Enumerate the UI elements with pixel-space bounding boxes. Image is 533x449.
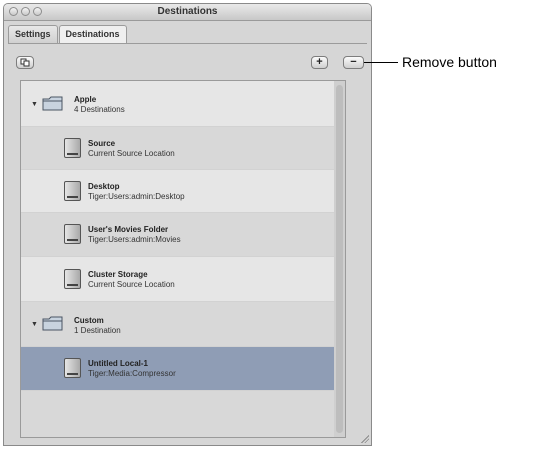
vertical-scrollbar[interactable]: [334, 80, 346, 438]
group-name: Custom: [74, 316, 104, 325]
destination-name: User's Movies Folder: [88, 225, 169, 234]
destination-name: Untitled Local-1: [88, 359, 149, 368]
destination-row-movies-folder[interactable]: User's Movies Folder Tiger:Users:admin:M…: [21, 213, 344, 257]
hard-drive-icon: [64, 269, 81, 289]
callout-leader-line: [364, 62, 398, 63]
hard-drive-icon: [64, 181, 81, 201]
group-count: 1 Destination: [74, 326, 121, 335]
remove-button-callout: Remove button: [402, 54, 497, 70]
destination-name: Cluster Storage: [88, 270, 148, 279]
scroll-track[interactable]: [336, 85, 343, 433]
hard-drive-icon: [64, 138, 81, 158]
hard-drive-icon: [64, 224, 81, 244]
tab-settings[interactable]: Settings: [8, 25, 58, 44]
destination-name: Desktop: [88, 182, 120, 191]
resize-grip-icon[interactable]: [361, 435, 369, 443]
empty-list-area: [21, 391, 344, 437]
destinations-list: ▼ Apple 4 Destinations Source Current So…: [20, 80, 345, 438]
disclosure-triangle-icon[interactable]: ▼: [31, 321, 38, 328]
disclosure-triangle-icon[interactable]: ▼: [31, 101, 38, 108]
destination-path: Tiger:Users:admin:Movies: [88, 235, 181, 244]
remove-button[interactable]: −: [343, 56, 364, 69]
destination-row-untitled-local[interactable]: Untitled Local-1 Tiger:Media:Compressor: [21, 347, 344, 391]
destination-path: Tiger:Users:admin:Desktop: [88, 192, 185, 201]
tab-destinations[interactable]: Destinations: [58, 25, 127, 44]
group-count: 4 Destinations: [74, 105, 125, 114]
tab-divider: [8, 43, 367, 44]
duplicate-icon: [20, 58, 30, 67]
group-name: Apple: [74, 95, 97, 104]
folder-icon: [42, 96, 63, 111]
window-title: Destinations: [157, 6, 218, 17]
destination-row-cluster-storage[interactable]: Cluster Storage Current Source Location: [21, 257, 344, 302]
title-bar: Destinations: [4, 4, 371, 21]
hard-drive-icon: [64, 358, 81, 378]
destination-row-source[interactable]: Source Current Source Location: [21, 127, 344, 170]
destination-path: Current Source Location: [88, 149, 175, 158]
group-row-custom[interactable]: ▼ Custom 1 Destination: [21, 302, 344, 347]
destination-path: Current Source Location: [88, 280, 175, 289]
add-button[interactable]: +: [311, 56, 328, 69]
destination-path: Tiger:Media:Compressor: [88, 369, 176, 378]
destinations-window: Destinations Settings Destinations + − ▼…: [3, 3, 372, 446]
destination-name: Source: [88, 139, 116, 148]
tab-bar: Settings Destinations: [8, 25, 128, 44]
folder-icon: [42, 316, 63, 331]
group-row-apple[interactable]: ▼ Apple 4 Destinations: [21, 81, 344, 127]
duplicate-button[interactable]: [16, 56, 34, 69]
destination-row-desktop[interactable]: Desktop Tiger:Users:admin:Desktop: [21, 170, 344, 213]
